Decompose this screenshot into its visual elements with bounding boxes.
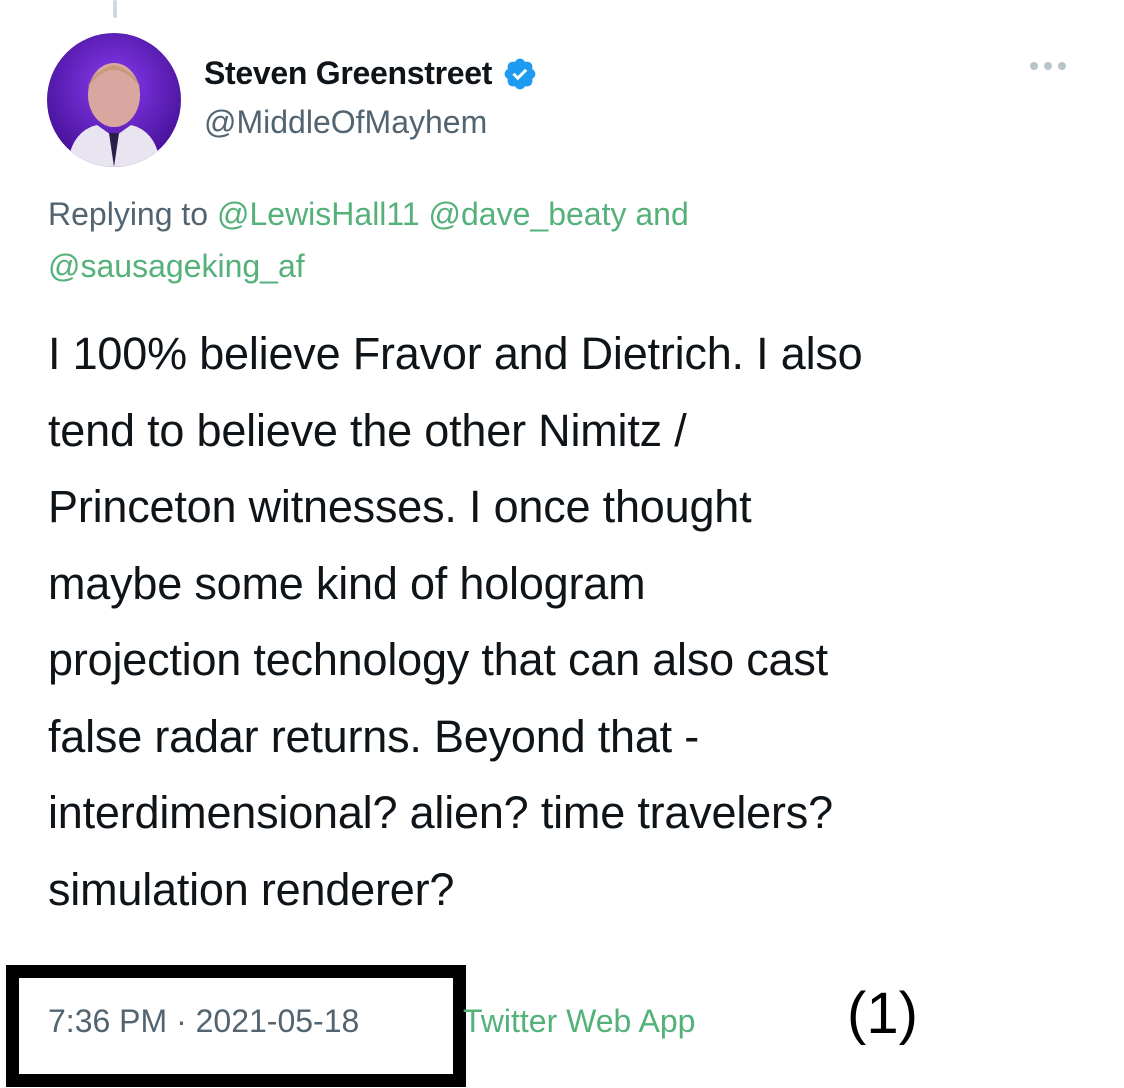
mention-dave-beaty[interactable]: @dave_beaty — [429, 196, 627, 232]
more-dot — [1030, 62, 1038, 70]
reply-conjunction: and — [626, 196, 689, 232]
tweet-timestamp[interactable]: 7:36 PM · 2021-05-18 — [48, 1003, 359, 1040]
avatar[interactable] — [47, 33, 181, 167]
author-name-row[interactable]: Steven Greenstreet — [204, 55, 538, 92]
verified-badge-icon — [504, 58, 536, 89]
more-options-icon[interactable] — [1030, 62, 1066, 70]
author-handle[interactable]: @MiddleOfMayhem — [204, 104, 487, 141]
tweet-source-link[interactable]: Twitter Web App — [463, 1003, 695, 1040]
thread-connector-line — [113, 0, 117, 18]
reply-context: Replying to @LewisHall11 @dave_beaty and… — [48, 188, 1068, 292]
annotation-label: (1) — [847, 981, 918, 1046]
mention-sausageking-af[interactable]: @sausageking_af — [48, 248, 305, 284]
more-dot — [1058, 62, 1066, 70]
avatar-image — [47, 33, 181, 167]
author-display-name[interactable]: Steven Greenstreet — [204, 55, 492, 92]
reply-prefix: Replying to — [48, 196, 217, 232]
mention-lewishall11[interactable]: @LewisHall11 — [217, 196, 420, 232]
more-dot — [1044, 62, 1052, 70]
tweet-text: I 100% believe Fravor and Dietrich. I al… — [48, 328, 863, 915]
